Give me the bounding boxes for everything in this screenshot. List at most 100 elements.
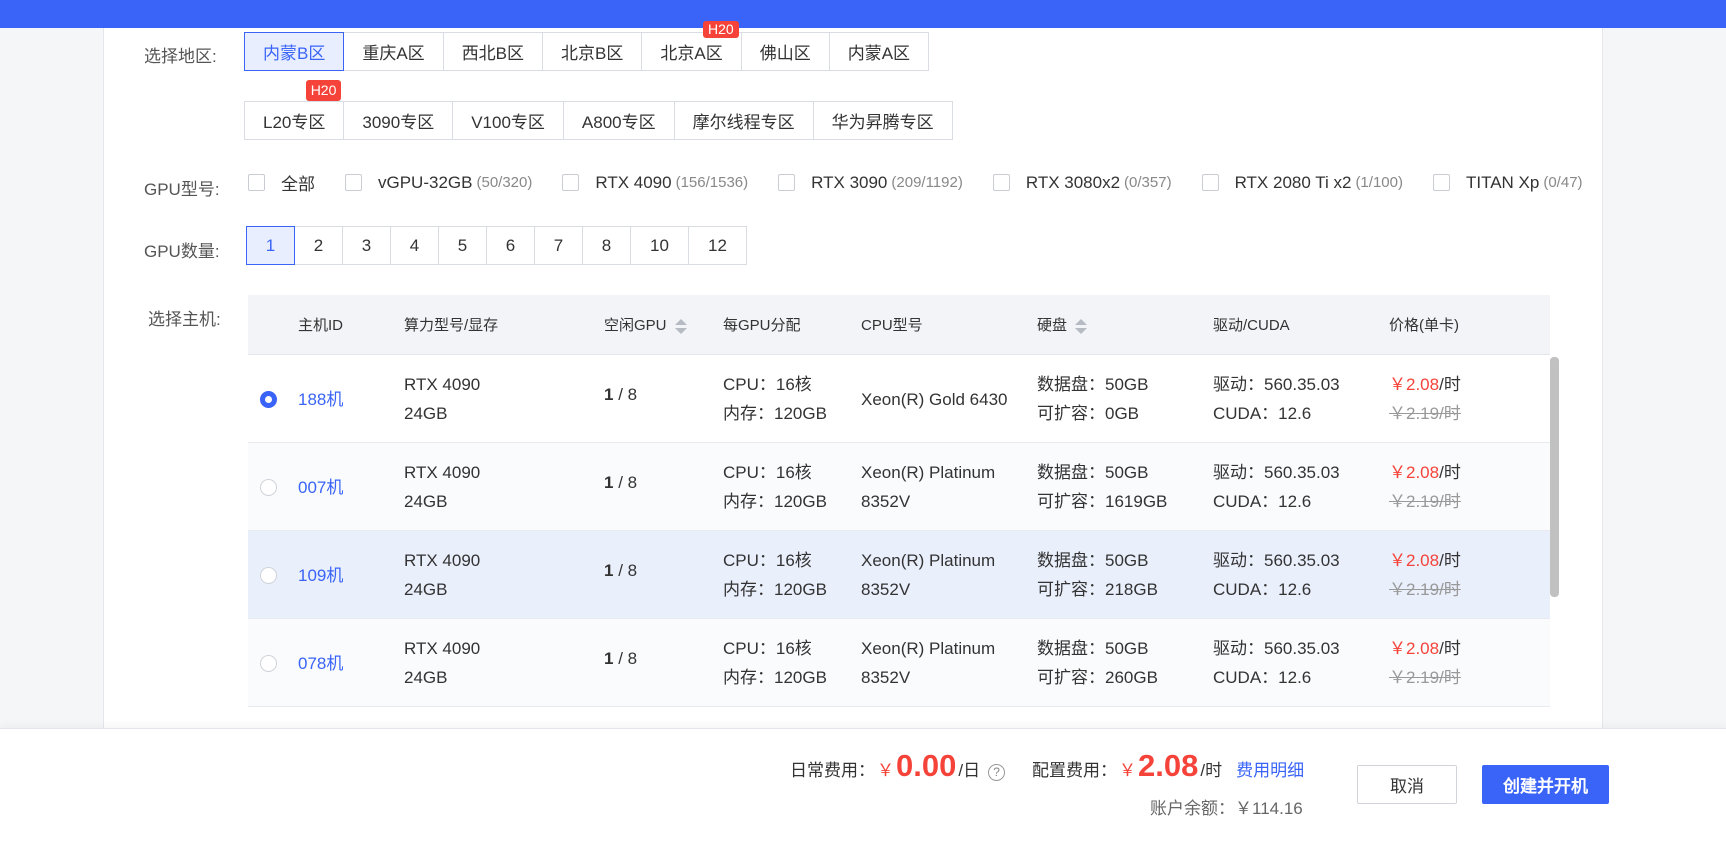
gpu-model-count: (0/47) [1543, 174, 1583, 191]
gpu-model-count: (209/1192) [891, 174, 963, 191]
gpu-model-option[interactable]: RTX 3090 (209/1192) [778, 173, 963, 193]
checkbox[interactable] [1432, 174, 1450, 191]
checkbox[interactable] [992, 174, 1010, 191]
table-row[interactable]: 188机 RTX 4090 24GB 1 / 8 CPU：16核 内存：120GB Xeon… [248, 355, 1550, 443]
sort-icon[interactable] [1075, 318, 1088, 334]
gpu-count-button[interactable]: 7 [534, 226, 583, 265]
checkbox[interactable] [562, 174, 580, 191]
price-info: ￥2.08/时 ￥2.19/时 [1389, 370, 1461, 428]
gpu-count-button[interactable]: 3 [342, 226, 391, 265]
host-table-header: 主机ID 算力型号/显存 空闲GPU 每GPU分配 CPU型号 硬盘 驱动/CU… [248, 295, 1550, 355]
per-gpu-alloc: CPU：16核 内存：120GB [723, 458, 827, 516]
gpu-model-option[interactable]: RTX 3080x2 (0/357) [992, 172, 1172, 193]
gpu-count-button[interactable]: 6 [486, 226, 535, 265]
table-row[interactable]: 109机 RTX 4090 24GB 1 / 8 CPU：16核 内存：120GB Xeon… [248, 531, 1550, 619]
host-radio[interactable] [260, 391, 277, 408]
daily-fee-value: 0.00 [896, 748, 957, 783]
data-disk: 数据盘：50GB [1037, 463, 1149, 482]
host-radio[interactable] [260, 479, 277, 496]
region-button[interactable]: 佛山区 [740, 32, 830, 71]
region-tag-badge: H20 [305, 80, 342, 101]
cpu-model-line2: 8352V [861, 668, 911, 687]
gpu-count-button[interactable]: 10 [630, 226, 689, 265]
per-gpu-alloc: CPU：16核 内存：120GB [723, 546, 827, 604]
gpu-model-option[interactable]: 全部 [248, 170, 315, 195]
table-scrollbar[interactable] [1550, 357, 1559, 597]
create-and-start-button[interactable]: 创建并开机 [1482, 765, 1609, 804]
host-id-link[interactable]: 188机 [298, 385, 343, 410]
host-id-link[interactable]: 007机 [298, 473, 343, 498]
col-disk[interactable]: 硬盘 [1037, 314, 1088, 335]
cancel-button[interactable]: 取消 [1357, 765, 1457, 804]
original-price: ￥2.19/时 [1389, 404, 1461, 423]
cpu-model: Xeon(R) Platinum 8352V [861, 634, 995, 692]
gpu-count-label: GPU数量: [144, 242, 220, 261]
region-button[interactable]: 重庆A区 [343, 32, 444, 71]
checkbox[interactable] [1201, 174, 1219, 191]
col-free-gpu-label: 空闲GPU [604, 317, 667, 334]
expandable-disk: 可扩容：218GB [1037, 580, 1158, 599]
price-unit: /时 [1439, 551, 1461, 570]
region-label: 选择地区: [144, 47, 217, 66]
gpu-count-button[interactable]: 2 [294, 226, 343, 265]
gpu-model-option[interactable]: TITAN Xp (0/47) [1432, 173, 1583, 193]
host-table-body: 188机 RTX 4090 24GB 1 / 8 CPU：16核 内存：120GB Xeon… [248, 355, 1550, 707]
host-radio[interactable] [260, 655, 277, 672]
region-tag-badge: H20 [703, 21, 739, 38]
cuda-version: CUDA：12.6 [1213, 668, 1312, 687]
region-button[interactable]: 西北B区 [442, 32, 544, 71]
region-button[interactable]: A800专区 [562, 101, 675, 140]
host-id-link[interactable]: 109机 [298, 561, 343, 586]
region-button[interactable]: 3090专区 [343, 101, 454, 140]
ram-alloc: 内存：120GB [723, 580, 827, 599]
cpu-model: Xeon(R) Gold 6430 [861, 385, 1007, 414]
region-button[interactable]: L20专区 H20 [244, 80, 345, 140]
daily-fee-unit: /日 [958, 761, 981, 780]
expandable-disk: 可扩容：1619GB [1037, 492, 1168, 511]
price-info: ￥2.08/时 ￥2.19/时 [1389, 546, 1461, 604]
price-line: ￥2.08/时 [1389, 546, 1461, 575]
cpu-model: Xeon(R) Platinum 8352V [861, 546, 995, 604]
driver-info: 驱动：560.35.03 CUDA：12.6 [1213, 546, 1340, 604]
gpu-memory: 24GB [404, 404, 448, 423]
gpu-model-name: RTX 3090 [811, 172, 888, 192]
col-free-gpu[interactable]: 空闲GPU [604, 314, 687, 335]
region-button[interactable]: 北京A区 H20 [641, 21, 742, 71]
region-button[interactable]: 内蒙B区 [244, 32, 345, 71]
gpu-count-button[interactable]: 1 [246, 226, 295, 265]
gpu-model-name: RTX 3080x2 [1025, 172, 1121, 192]
gpu-count-button[interactable]: 5 [438, 226, 487, 265]
region-button[interactable]: 摩尔线程专区 [673, 101, 814, 140]
total-gpu-count: / 8 [613, 561, 638, 580]
per-gpu-alloc: CPU：16核 内存：120GB [723, 634, 827, 692]
table-row[interactable]: 078机 RTX 4090 24GB 1 / 8 CPU：16核 内存：120GB Xeon… [248, 619, 1550, 707]
region-button[interactable]: 内蒙A区 [828, 32, 930, 71]
cpu-model-line2: 8352V [861, 580, 911, 599]
gpu-model-count: (50/320) [476, 174, 533, 191]
table-row[interactable]: 007机 RTX 4090 24GB 1 / 8 CPU：16核 内存：120GB Xeon… [248, 443, 1550, 531]
gpu-model-option[interactable]: RTX 4090 (156/1536) [562, 173, 748, 193]
gpu-count-button[interactable]: 12 [688, 226, 747, 265]
host-id-link[interactable]: 078机 [298, 649, 343, 674]
fee-detail-link[interactable]: 费用明细 [1236, 756, 1304, 781]
sort-icon[interactable] [674, 318, 687, 334]
gpu-model: RTX 4090 [404, 375, 481, 394]
current-price: ￥2.08 [1389, 551, 1440, 570]
checkbox[interactable] [345, 174, 362, 191]
checkbox[interactable] [248, 174, 265, 191]
region-button[interactable]: V100专区 [452, 101, 564, 140]
price-unit: /时 [1439, 375, 1461, 394]
help-icon[interactable]: ? [988, 764, 1006, 781]
gpu-model-name: 全部 [281, 175, 315, 194]
ram-alloc: 内存：120GB [723, 668, 827, 687]
host-radio[interactable] [260, 567, 277, 584]
gpu-count-button[interactable]: 8 [582, 226, 631, 265]
gpu-count-button[interactable]: 4 [390, 226, 439, 265]
region-button[interactable]: 北京B区 [542, 32, 643, 71]
price-line: ￥2.08/时 [1389, 634, 1461, 663]
region-button[interactable]: 华为昇腾专区 [812, 101, 953, 140]
gpu-model-option[interactable]: RTX 2080 Ti x2 (1/100) [1201, 173, 1403, 193]
checkbox[interactable] [778, 174, 796, 191]
gpu-model-option[interactable]: vGPU-32GB (50/320) [345, 173, 532, 193]
driver-info: 驱动：560.35.03 CUDA：12.6 [1213, 370, 1340, 428]
